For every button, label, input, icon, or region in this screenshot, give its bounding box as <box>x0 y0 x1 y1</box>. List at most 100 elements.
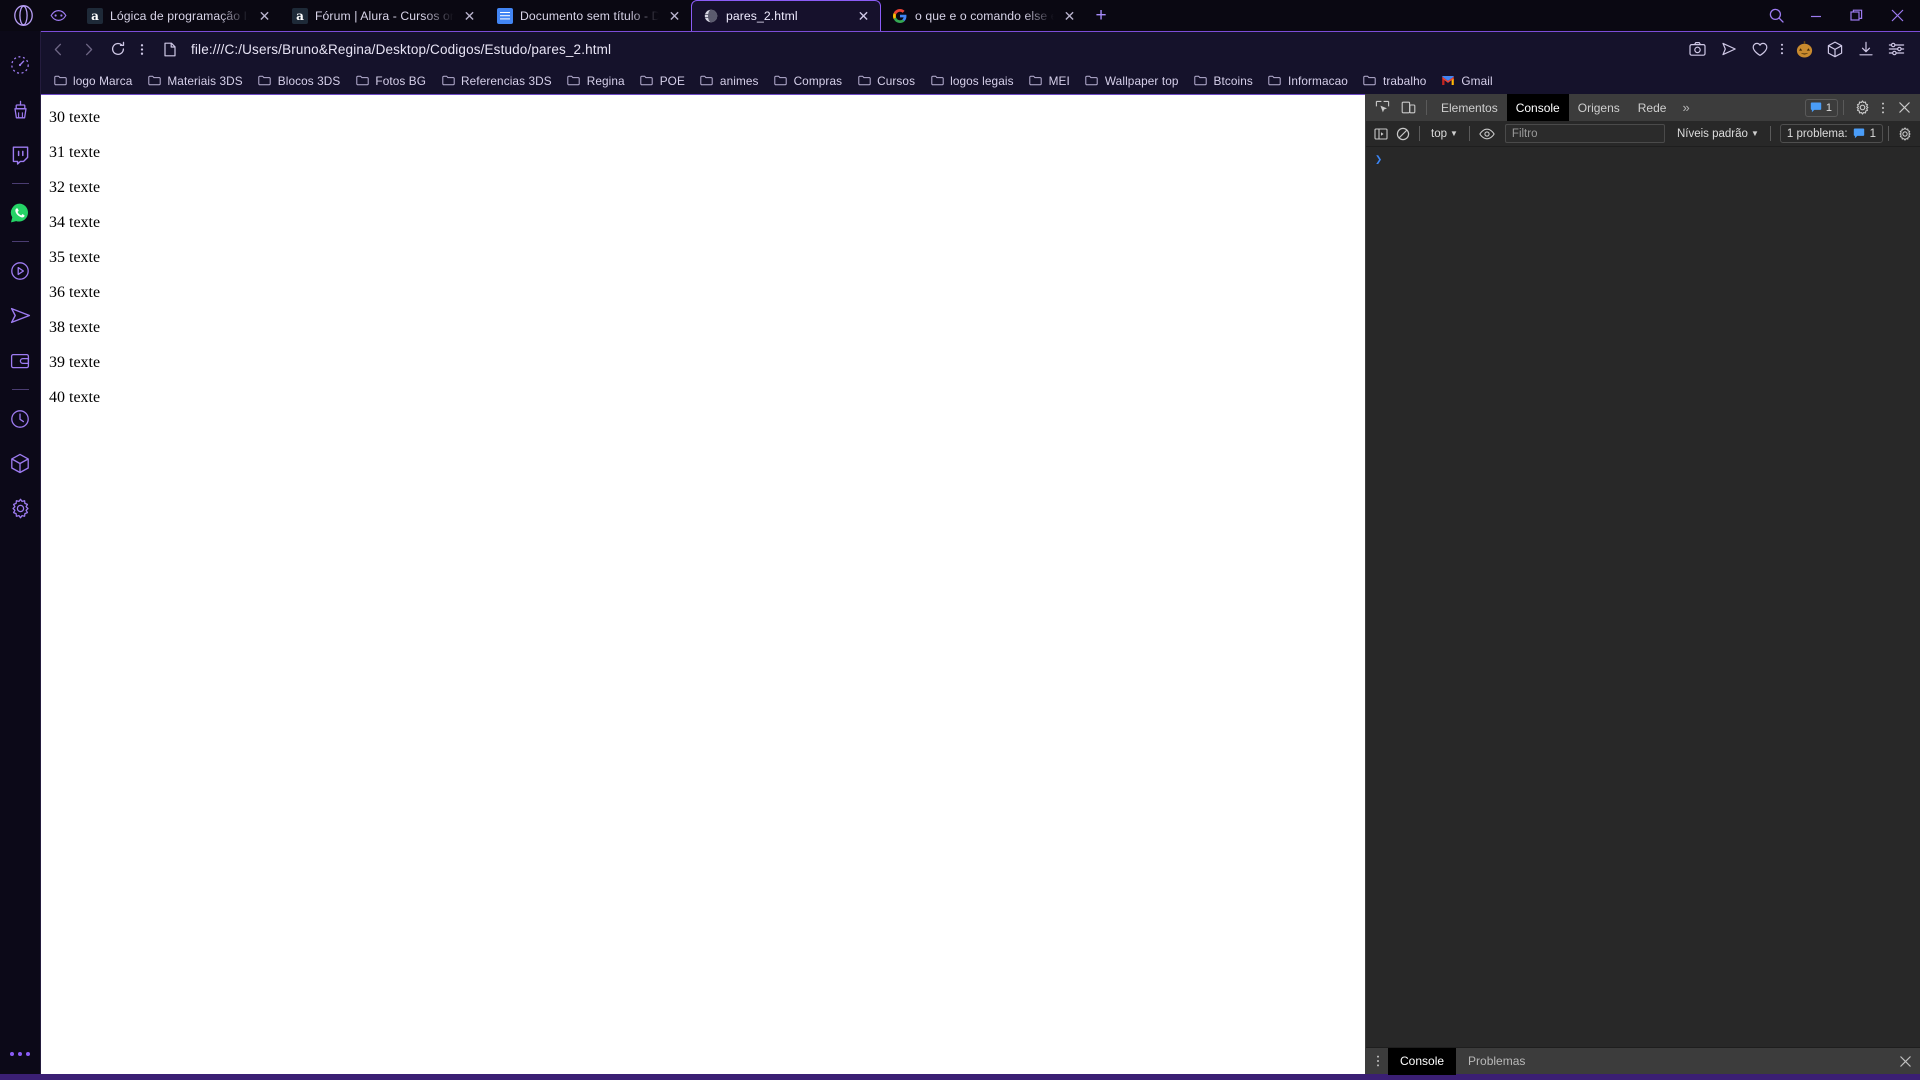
page-content: 30 texte 31 texte 32 texte 34 texte 35 t… <box>41 95 1365 433</box>
devtools-tab-rede[interactable]: Rede <box>1629 94 1676 121</box>
tab-close-button[interactable]: ✕ <box>461 7 478 24</box>
bookmark-item[interactable]: Compras <box>767 70 850 91</box>
tab-islands-icon[interactable] <box>40 0 76 31</box>
devtools-tab-elementos[interactable]: Elementos <box>1432 94 1507 121</box>
bookmark-item[interactable]: Cursos <box>850 70 922 91</box>
settings-icon[interactable] <box>0 486 41 531</box>
opera-logo-icon[interactable] <box>6 0 40 31</box>
forward-arrow-icon[interactable] <box>73 34 103 64</box>
overflow-icon[interactable] <box>1775 34 1789 64</box>
devtools-tab-console[interactable]: Console <box>1506 94 1569 121</box>
new-tab-button[interactable]: + <box>1086 0 1116 31</box>
browser-tab[interactable]: a Lógica de programação I: c ✕ <box>76 0 281 31</box>
bookmark-item[interactable]: Wallpaper top <box>1078 70 1186 91</box>
bookmark-item[interactable]: logo Marca <box>46 70 139 91</box>
bookmark-item[interactable]: Informacao <box>1261 70 1355 91</box>
bookmark-item[interactable]: MEI <box>1022 70 1077 91</box>
url-text[interactable]: file:///C:/Users/Bruno&Regina/Desktop/Co… <box>191 42 611 57</box>
inspect-element-icon[interactable] <box>1369 95 1395 121</box>
devtools-tab-origens[interactable]: Origens <box>1569 94 1629 121</box>
sidebar-divider <box>11 241 29 242</box>
bookmark-label: Fotos BG <box>375 73 427 88</box>
browser-window: a Lógica de programação I: c ✕ a Fórum |… <box>0 0 1920 1080</box>
folder-icon <box>1029 74 1043 88</box>
profile-avatar[interactable] <box>1789 34 1819 64</box>
console-problem-count: 1 <box>1869 127 1876 140</box>
gear-icon[interactable] <box>1849 95 1875 121</box>
address-bar[interactable]: file:///C:/Users/Bruno&Regina/Desktop/Co… <box>151 34 1682 64</box>
extensions-icon[interactable] <box>0 441 41 486</box>
browser-tab[interactable]: a Fórum | Alura - Cursos onli ✕ <box>281 0 486 31</box>
devtools-more-tabs-button[interactable]: » <box>1675 94 1696 121</box>
history-icon[interactable] <box>0 396 41 441</box>
tab-close-button[interactable]: ✕ <box>855 8 872 25</box>
console-problem-indicator[interactable]: 1 problema: 1 <box>1779 124 1883 143</box>
bookmark-item[interactable]: Btcoins <box>1187 70 1260 91</box>
bookmark-label: logo Marca <box>73 73 133 88</box>
console-output[interactable]: ❯ <box>1366 147 1920 1047</box>
bookmark-item-gmail[interactable]: Gmail <box>1434 70 1499 91</box>
tab-close-button[interactable]: ✕ <box>256 7 273 24</box>
bookmark-item[interactable]: Materiais 3DS <box>140 70 249 91</box>
drawer-tab-console[interactable]: Console <box>1388 1047 1457 1075</box>
folder-icon <box>147 74 161 88</box>
reload-icon[interactable] <box>103 34 133 64</box>
close-icon[interactable] <box>1891 95 1917 121</box>
extensions-icon[interactable] <box>1819 34 1850 64</box>
twitch-icon[interactable] <box>0 132 41 177</box>
tab-close-button[interactable]: ✕ <box>1061 7 1078 24</box>
tab-close-button[interactable]: ✕ <box>666 7 683 24</box>
minimize-icon[interactable] <box>1796 0 1836 31</box>
bookmark-item[interactable]: trabalho <box>1356 70 1433 91</box>
send-flow-icon[interactable] <box>1713 34 1744 64</box>
maximize-icon[interactable] <box>1836 0 1876 31</box>
browser-tab-active[interactable]: pares_2.html ✕ <box>691 0 881 31</box>
message-bubble-icon <box>1810 102 1822 113</box>
kebab-menu-icon[interactable] <box>133 34 151 64</box>
console-filter-input[interactable]: Filtro <box>1504 124 1665 143</box>
search-icon[interactable] <box>1756 0 1796 31</box>
player-icon[interactable] <box>0 248 41 293</box>
console-input-row[interactable]: ❯ <box>1366 151 1920 168</box>
snapshot-icon[interactable] <box>1682 34 1713 64</box>
cleaner-icon[interactable] <box>0 87 41 132</box>
easy-setup-icon[interactable] <box>1881 34 1912 64</box>
console-levels-selector[interactable]: Níveis padrão ▼ <box>1671 124 1765 144</box>
bookmark-item[interactable]: Fotos BG <box>348 70 433 91</box>
browser-tab[interactable]: o que e o comando else em ✕ <box>881 0 1086 31</box>
bookmark-label: Wallpaper top <box>1104 73 1179 88</box>
tab-title: Fórum | Alura - Cursos onli <box>315 8 454 23</box>
bookmark-item[interactable]: POE <box>633 70 692 91</box>
device-toolbar-icon[interactable] <box>1395 95 1421 121</box>
console-sidebar-icon[interactable] <box>1370 123 1392 145</box>
bookmark-label: Blocos 3DS <box>277 73 341 88</box>
sidebar-overflow-button[interactable] <box>10 1034 30 1074</box>
drawer-tab-problemas[interactable]: Problemas <box>1456 1048 1537 1075</box>
console-context-selector[interactable]: top ▼ <box>1425 124 1464 144</box>
console-prompt-icon: ❯ <box>1375 152 1383 166</box>
live-expression-icon[interactable] <box>1475 123 1499 145</box>
gear-icon[interactable] <box>1894 123 1916 145</box>
bookmark-item[interactable]: Regina <box>560 70 632 91</box>
issues-badge[interactable]: 1 <box>1804 98 1838 117</box>
downloads-icon[interactable] <box>1850 34 1881 64</box>
kebab-menu-icon[interactable] <box>1368 1048 1388 1075</box>
bookmark-item[interactable]: logos legais <box>923 70 1021 91</box>
speed-dial-icon[interactable] <box>0 42 41 87</box>
bookmark-item[interactable]: Referencias 3DS <box>434 70 559 91</box>
kebab-menu-icon[interactable] <box>1875 95 1891 121</box>
back-arrow-icon[interactable] <box>43 34 73 64</box>
bookmark-item[interactable]: animes <box>693 70 766 91</box>
browser-tab[interactable]: Documento sem título - Do ✕ <box>486 0 691 31</box>
clear-console-icon[interactable] <box>1392 123 1414 145</box>
folder-icon <box>1085 74 1099 88</box>
bookmark-item[interactable]: Blocos 3DS <box>251 70 348 91</box>
whatsapp-icon[interactable] <box>0 190 41 235</box>
crypto-wallet-icon[interactable] <box>0 338 41 383</box>
folder-icon <box>441 74 455 88</box>
close-icon[interactable] <box>1892 1048 1918 1075</box>
close-icon[interactable] <box>1876 0 1918 31</box>
telegram-icon[interactable] <box>0 293 41 338</box>
file-document-icon[interactable] <box>159 34 181 64</box>
favorite-icon[interactable] <box>1744 34 1775 64</box>
